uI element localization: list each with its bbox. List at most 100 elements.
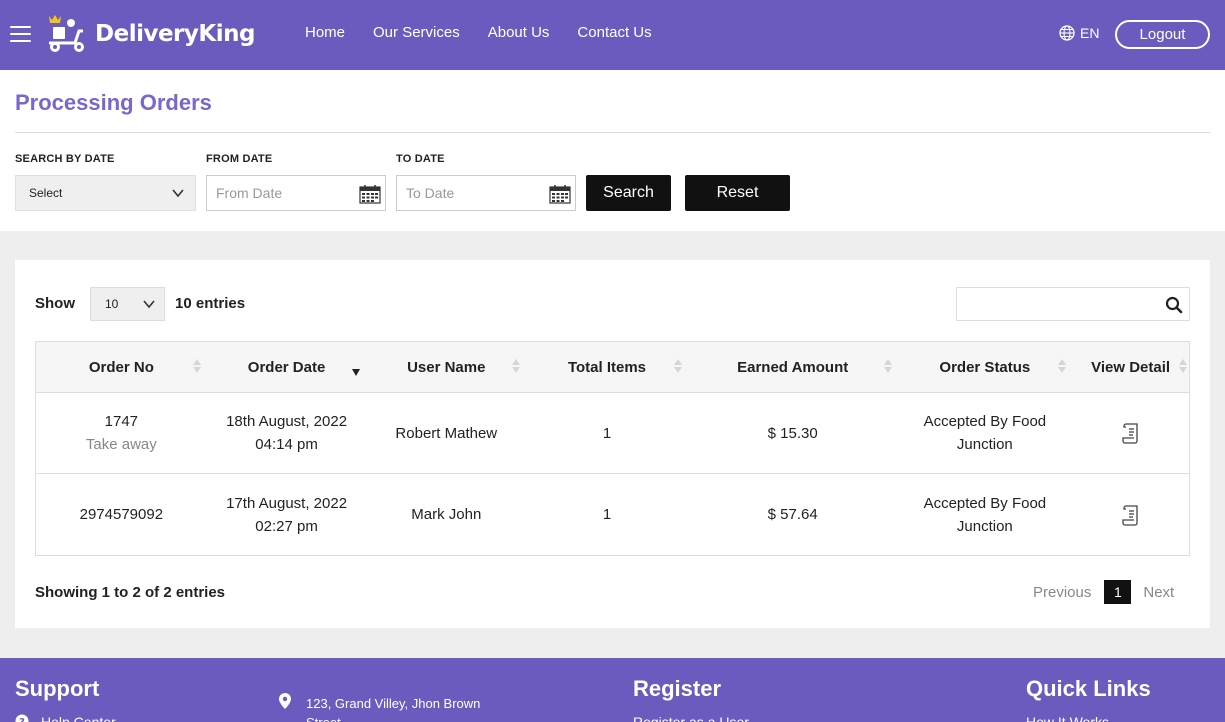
footer: Support ? Help Center 123, Grand Villey,… xyxy=(0,658,1225,722)
nav-our-services[interactable]: Our Services xyxy=(373,24,460,41)
table-header: Order No Order Date User Name Total Item… xyxy=(36,342,1189,393)
pagination: Previous 1 Next xyxy=(1033,580,1174,604)
footer-register-title: Register xyxy=(633,676,722,701)
from-date-label: FROM DATE xyxy=(206,153,273,165)
earned-amount: $ 57.64 xyxy=(767,506,818,523)
search-by-date-select[interactable]: Select xyxy=(15,175,196,211)
search-button[interactable]: Search xyxy=(586,175,671,211)
table-search-input[interactable] xyxy=(956,287,1190,321)
table-row: 1747 Take away 18th August, 2022 04:14 p… xyxy=(36,393,1189,474)
col-earned-amount[interactable]: Earned Amount xyxy=(688,342,898,392)
order-date-cell: 18th August, 2022 04:14 pm xyxy=(207,393,367,473)
col-order-status[interactable]: Order Status xyxy=(898,342,1073,392)
globe-icon xyxy=(1059,25,1075,41)
calendar-icon[interactable] xyxy=(549,184,571,204)
order-type: Take away xyxy=(85,436,157,453)
order-date-cell: 17th August, 2022 02:27 pm xyxy=(207,474,367,555)
svg-text:?: ? xyxy=(19,717,25,722)
calendar-icon[interactable] xyxy=(359,184,381,204)
sort-icon xyxy=(1179,359,1187,375)
orders-card: Show 10 10 entries Order No Order Date U… xyxy=(15,260,1210,628)
to-date-label: TO DATE xyxy=(396,153,445,165)
search-by-date-value: Select xyxy=(29,186,63,200)
nav-contact-us[interactable]: Contact Us xyxy=(577,24,651,41)
hamburger-menu-icon[interactable] xyxy=(10,26,31,44)
view-detail-cell xyxy=(1072,474,1189,555)
col-user-name-label: User Name xyxy=(407,358,486,376)
table-row: 2974579092 17th August, 2022 02:27 pm Ma… xyxy=(36,474,1189,555)
col-order-date[interactable]: Order Date xyxy=(207,342,367,392)
order-no-cell: 2974579092 xyxy=(36,474,207,555)
main-nav: Home Our Services About Us Contact Us xyxy=(305,24,680,41)
col-view-detail[interactable]: View Detail xyxy=(1072,342,1189,392)
user-name: Robert Mathew xyxy=(395,424,498,442)
col-earned-amount-label: Earned Amount xyxy=(737,358,849,376)
page-title: Processing Orders xyxy=(15,90,212,115)
help-center-link[interactable]: Help Center xyxy=(41,714,116,722)
to-date-placeholder: To Date xyxy=(406,185,455,201)
nav-home[interactable]: Home xyxy=(305,24,345,41)
search-by-date-label: SEARCH BY DATE xyxy=(15,153,115,165)
page-1-button[interactable]: 1 xyxy=(1104,580,1132,604)
sort-icon xyxy=(1058,359,1067,375)
order-no: 1747 xyxy=(104,413,139,430)
receipt-icon[interactable] xyxy=(1121,504,1141,526)
footer-support-title: Support xyxy=(15,676,100,701)
entries-label: 10 entries xyxy=(175,295,246,312)
sort-icon xyxy=(883,359,892,375)
brand-name: DeliveryKing xyxy=(95,21,255,47)
page-length-value: 10 xyxy=(105,297,119,311)
chevron-down-icon xyxy=(172,189,184,198)
col-order-date-label: Order Date xyxy=(247,358,326,376)
sort-icon xyxy=(512,359,521,375)
col-total-items[interactable]: Total Items xyxy=(526,342,688,392)
brand-logo[interactable]: DeliveryKing xyxy=(45,13,255,55)
sort-desc-icon xyxy=(352,369,361,376)
from-date-input[interactable]: From Date xyxy=(206,175,386,211)
language-selector[interactable]: EN xyxy=(1059,25,1099,41)
footer-address: 123, Grand Villey, Jhon Brown Street xyxy=(306,696,481,722)
order-no: 2974579092 xyxy=(79,506,164,523)
col-order-no-label: Order No xyxy=(88,358,154,376)
order-time: 04:14 pm xyxy=(255,436,318,453)
title-divider xyxy=(15,132,1210,133)
register-as-user-link[interactable]: Register as a User xyxy=(633,714,749,722)
filter-panel: Processing Orders SEARCH BY DATE FROM DA… xyxy=(0,70,1225,231)
earned-amount: $ 15.30 xyxy=(767,424,818,442)
help-circle-icon: ? xyxy=(15,714,29,722)
map-pin-icon xyxy=(279,693,291,709)
language-label: EN xyxy=(1080,25,1100,41)
page-length-select[interactable]: 10 xyxy=(90,287,165,321)
receipt-icon[interactable] xyxy=(1121,422,1141,444)
order-no-cell: 1747 Take away xyxy=(36,393,207,473)
order-status: Accepted By Food Junction xyxy=(923,413,1047,453)
next-page-button[interactable]: Next xyxy=(1143,584,1174,601)
col-total-items-label: Total Items xyxy=(567,358,647,376)
to-date-input[interactable]: To Date xyxy=(396,175,576,211)
how-it-works-link[interactable]: How It Works xyxy=(1026,714,1109,722)
search-icon[interactable] xyxy=(1165,296,1183,314)
previous-page-button[interactable]: Previous xyxy=(1033,584,1091,601)
col-order-no[interactable]: Order No xyxy=(36,342,207,392)
delivery-scooter-icon xyxy=(49,15,84,52)
order-date: 18th August, 2022 xyxy=(226,413,348,430)
total-items: 1 xyxy=(602,506,612,523)
orders-table: Order No Order Date User Name Total Item… xyxy=(35,341,1190,556)
col-view-detail-label: View Detail xyxy=(1091,358,1171,376)
top-navbar: DeliveryKing Home Our Services About Us … xyxy=(0,0,1225,70)
from-date-placeholder: From Date xyxy=(216,185,283,201)
col-order-status-label: Order Status xyxy=(939,358,1031,376)
total-items: 1 xyxy=(602,424,612,442)
nav-about-us[interactable]: About Us xyxy=(488,24,550,41)
order-status: Accepted By Food Junction xyxy=(923,494,1047,535)
reset-button[interactable]: Reset xyxy=(685,175,790,211)
user-name: Mark John xyxy=(411,506,482,523)
table-info: Showing 1 to 2 of 2 entries xyxy=(35,584,226,601)
chevron-down-icon xyxy=(143,300,155,309)
order-date: 17th August, 2022 xyxy=(226,494,348,512)
sort-icon xyxy=(673,359,682,375)
col-user-name[interactable]: User Name xyxy=(366,342,526,392)
sort-icon xyxy=(192,359,201,375)
show-label: Show xyxy=(35,295,75,312)
logout-button[interactable]: Logout xyxy=(1115,20,1210,49)
